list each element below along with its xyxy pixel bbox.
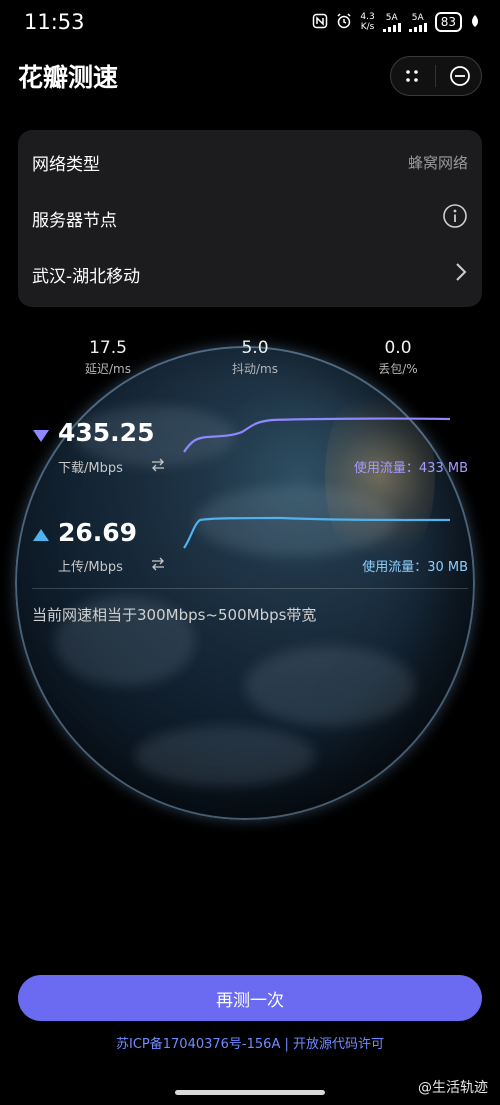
download-usage: 使用流量：433 MB	[353, 461, 468, 476]
download-unit-label: 下载/Mbps	[58, 461, 123, 476]
loss-metric: 0.0 丢包/%	[338, 338, 458, 377]
nfc-icon	[312, 13, 328, 32]
network-type-label: 网络类型	[32, 154, 100, 175]
more-button[interactable]	[394, 58, 430, 94]
more-dots-icon	[406, 70, 418, 82]
swap-icon-upload[interactable]	[150, 556, 166, 575]
swap-icon[interactable]	[150, 457, 166, 476]
jitter-label: 抖动/ms	[232, 362, 278, 376]
download-speed-graph	[183, 417, 451, 453]
server-location-row[interactable]: 武汉-湖北移动	[32, 246, 468, 302]
latency-label: 延迟/ms	[85, 362, 131, 376]
download-arrow-icon	[32, 428, 50, 447]
divider	[32, 588, 468, 589]
upload-arrow-icon	[32, 527, 50, 546]
upload-speed-graph	[183, 516, 451, 549]
upload-unit-label: 上传/Mbps	[58, 560, 123, 575]
network-type-value: 蜂窝网络	[407, 153, 468, 172]
jitter-value: 5.0	[241, 338, 269, 358]
mini-program-capsule	[390, 56, 482, 96]
jitter-metric: 5.0 抖动/ms	[195, 338, 315, 377]
net-speed: 4.3 K/s	[360, 12, 375, 32]
retest-button[interactable]: 再测一次	[18, 975, 482, 1021]
chevron-right-icon	[454, 261, 468, 288]
status-time: 11:53	[24, 10, 85, 34]
capsule-divider	[435, 65, 437, 87]
server-node-row: 服务器节点	[32, 190, 468, 246]
minimize-circle-icon	[450, 66, 471, 86]
battery-indicator: 83	[434, 12, 462, 32]
loss-label: 丢包/%	[378, 362, 418, 376]
info-icon[interactable]	[442, 203, 468, 234]
server-node-label: 服务器节点	[32, 210, 117, 231]
page-title: 花瓣测速	[18, 63, 119, 92]
download-speed: 435.25	[58, 418, 155, 447]
sim1-signal: 5A	[382, 13, 401, 32]
upload-usage: 使用流量：30 MB	[362, 560, 468, 575]
bandwidth-note: 当前网速相当于300Mbps~500Mbps带宽	[32, 606, 317, 624]
network-type-row: 网络类型 蜂窝网络	[32, 134, 468, 190]
sim2-signal: 5A	[408, 13, 427, 32]
home-indicator[interactable]	[175, 1090, 325, 1095]
eco-leaf-icon	[470, 14, 480, 31]
upload-speed: 26.69	[58, 518, 138, 547]
alarm-icon	[336, 12, 352, 32]
network-info-card: 网络类型 蜂窝网络 服务器节点 武汉-湖北移动	[18, 130, 482, 307]
loss-value: 0.0	[384, 338, 412, 358]
latency-metric: 17.5 延迟/ms	[48, 338, 168, 377]
server-location: 武汉-湖北移动	[32, 266, 141, 287]
close-button[interactable]	[442, 58, 478, 94]
icp-license-link[interactable]: 苏ICP备17040376号-156A | 开放源代码许可	[0, 1033, 500, 1052]
status-icons: 4.3 K/s 5A 5A 83	[312, 12, 480, 32]
watermark-text: @生活轨迹	[418, 1080, 488, 1096]
latency-value: 17.5	[89, 338, 127, 358]
